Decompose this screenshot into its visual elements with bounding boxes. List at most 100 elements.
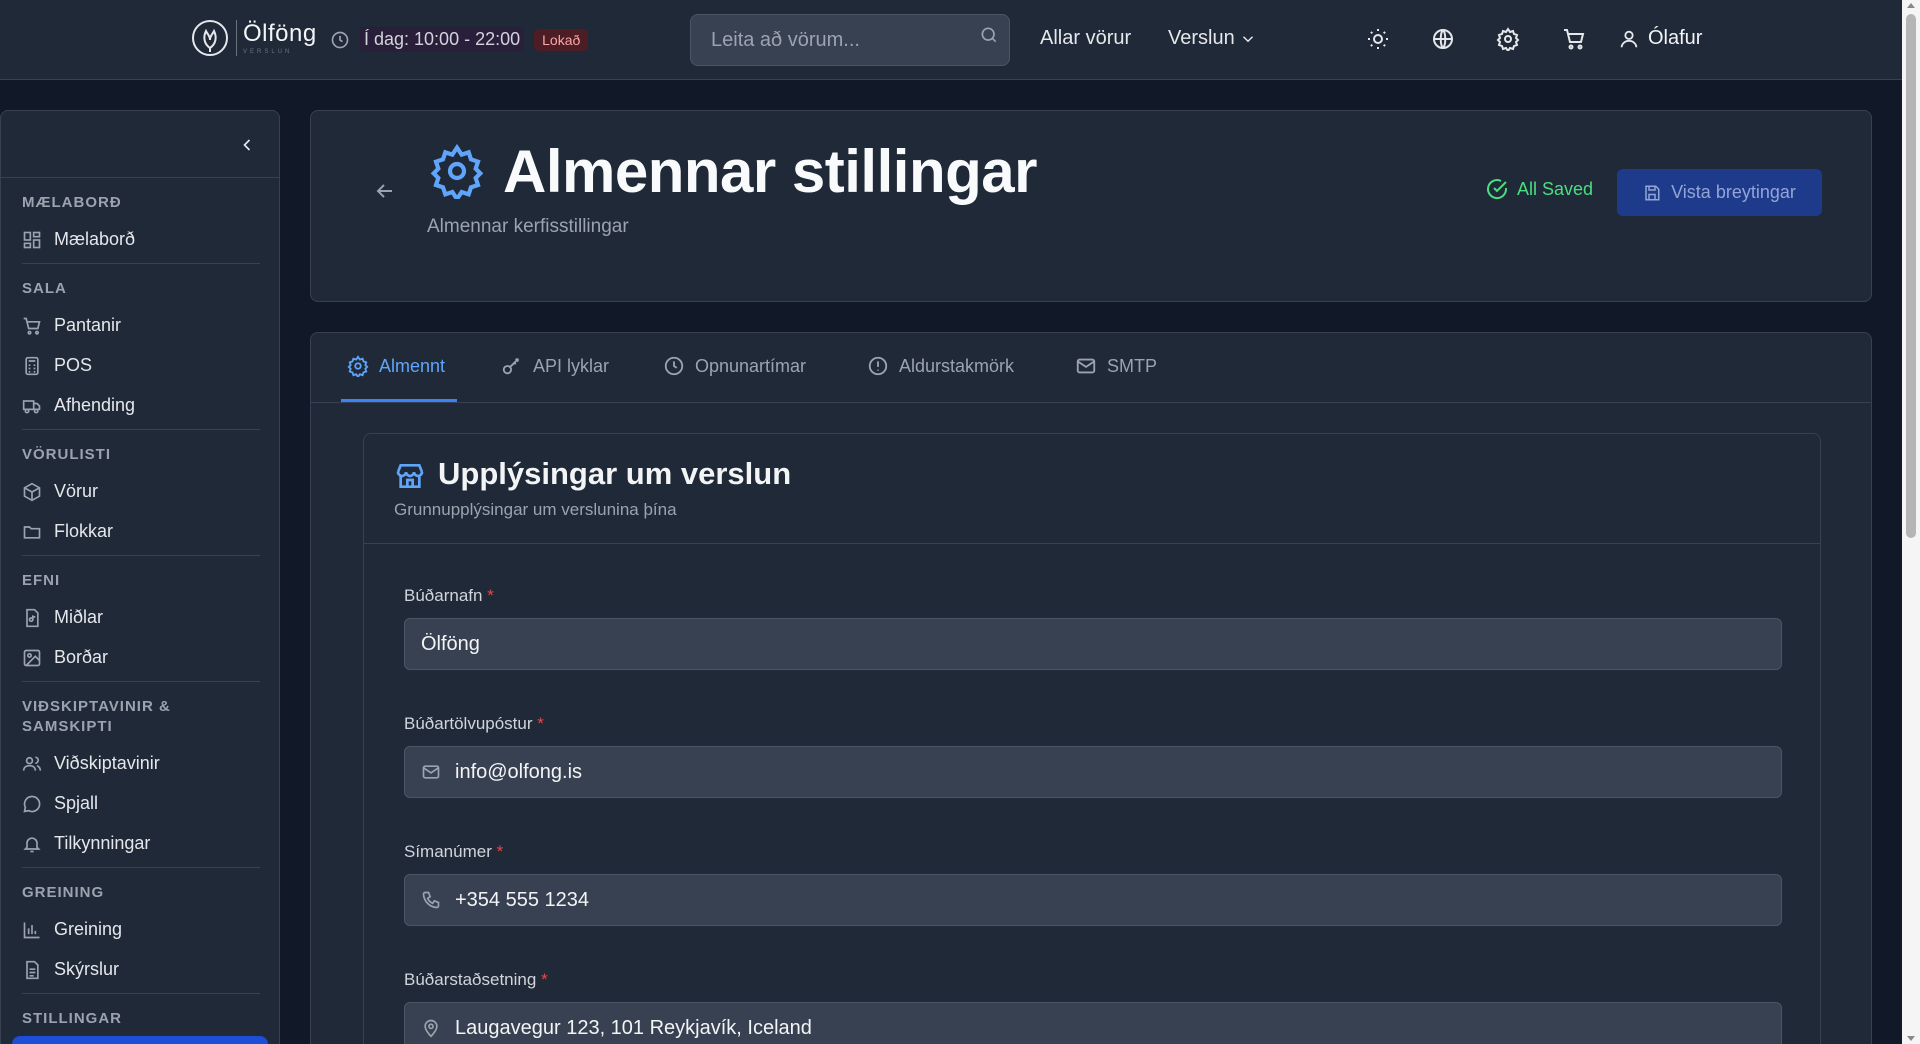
product-search [690, 14, 1010, 66]
sidebar-section-title: SALA [22, 280, 67, 297]
chevron-left-icon[interactable] [237, 135, 257, 155]
sidebar-item-label: Viðskiptavinir [54, 753, 160, 773]
gear-icon[interactable] [1496, 27, 1520, 51]
cart-icon[interactable] [1562, 27, 1586, 51]
map-pin-icon [424, 1019, 438, 1038]
sidebar-item-label: Borðar [54, 647, 109, 667]
sidebar-item-categories[interactable]: Flokkar [22, 521, 113, 542]
sun-icon[interactable] [1366, 27, 1390, 51]
nav-store-dropdown[interactable]: Verslun [1168, 27, 1257, 50]
chevron-down-icon [1239, 30, 1257, 48]
sidebar-section-title: EFNI [22, 572, 61, 589]
sidebar-item-label: Mælaborð [54, 229, 136, 249]
store-info-header: Upplýsingar um verslun Grunnupplýsingar … [364, 434, 1820, 544]
required-marker: * [541, 970, 548, 989]
sidebar-item-label: Pantanir [54, 315, 122, 335]
bar-chart-icon [23, 922, 40, 938]
scroll-down-arrow-icon[interactable] [1907, 1036, 1915, 1041]
store-name-field [404, 618, 1782, 670]
store-email-input[interactable] [455, 760, 1781, 784]
field-label-store-email: Búðartölvupóstur * [404, 714, 544, 734]
field-label-text: Símanúmer [404, 842, 492, 861]
clock-icon [330, 30, 360, 50]
sidebar-item-banners[interactable]: Borðar [22, 647, 108, 668]
section-title: Upplýsingar um verslun [438, 456, 792, 491]
sidebar-section-title: MÆLABORÐ [22, 194, 122, 211]
report-icon [26, 960, 39, 979]
user-menu[interactable]: Ólafur [1618, 27, 1702, 50]
sidebar-divider [22, 681, 260, 682]
clock-icon [664, 356, 684, 376]
closed-badge: Lokað [534, 28, 589, 51]
admin-settings-page: Ölföng VERSLUN Í dag: 10:00 - 22:00 Loka… [0, 0, 1920, 1044]
tab-api-keys[interactable]: API lyklar [501, 355, 609, 377]
nav-store-label: Verslun [1168, 27, 1235, 49]
sidebar-item-dashboard[interactable]: Mælaborð [22, 229, 135, 250]
scrollbar-thumb[interactable] [1906, 14, 1916, 538]
page-scrollbar[interactable] [1902, 0, 1920, 1044]
tab-age-limits[interactable]: Aldurstakmörk [867, 355, 1014, 377]
sidebar-item-customers[interactable]: Viðskiptavinir [22, 753, 160, 774]
sidebar-item-label: Spjall [54, 793, 99, 813]
sidebar-item-label: Greining [54, 919, 123, 939]
logo[interactable]: Ölföng VERSLUN [190, 18, 317, 58]
gear-icon [429, 143, 485, 199]
sidebar-item-label: Flokkar [54, 521, 114, 541]
search-input[interactable] [691, 28, 961, 52]
sidebar-section-title: VIÐSKIPTAVINIR & SAMSKIPTI [22, 698, 171, 735]
logo-divider [236, 20, 237, 56]
store-name-input[interactable] [405, 632, 1781, 656]
truck-icon [22, 399, 41, 413]
nav-all-products[interactable]: Allar vörur [1040, 27, 1131, 50]
arrow-left-icon[interactable] [373, 179, 397, 203]
mail-icon [1076, 358, 1096, 374]
tab-label: SMTP [1107, 355, 1158, 376]
admin-sidebar: MÆLABORÐ Mælaborð SALA Pantanir POS Afhe… [0, 110, 280, 1044]
store-email-field [404, 746, 1782, 798]
tab-general[interactable]: Almennt [347, 355, 445, 377]
page-title: Almennar stillingar [503, 138, 1037, 205]
box-icon [23, 482, 41, 501]
save-status: All Saved [1485, 177, 1593, 201]
field-label-location: Búðarstaðsetning * [404, 970, 548, 990]
calculator-icon [25, 356, 39, 375]
hop-leaf-icon [190, 18, 230, 58]
tab-label: Aldurstakmörk [899, 355, 1015, 376]
section-subtitle: Grunnupplýsingar um verslunina þína [394, 500, 677, 519]
save-button-label: Vista breytingar [1671, 182, 1796, 202]
media-file-icon [26, 608, 39, 627]
sidebar-item-active-highlight[interactable] [12, 1036, 268, 1044]
check-circle-icon [1485, 177, 1509, 201]
sidebar-divider [22, 993, 260, 994]
location-input[interactable] [455, 1016, 1781, 1040]
save-changes-button[interactable]: Vista breytingar [1617, 169, 1822, 216]
sidebar-divider [22, 429, 260, 430]
phone-icon [422, 891, 440, 909]
user-icon [1618, 28, 1640, 50]
tab-opening-hours[interactable]: Opnunartímar [663, 355, 806, 377]
scroll-up-arrow-icon[interactable] [1907, 3, 1915, 8]
required-marker: * [496, 842, 504, 861]
sidebar-section-title: VÖRULISTI [22, 446, 112, 463]
sidebar-item-chat[interactable]: Spjall [22, 793, 98, 814]
tab-label: API lyklar [533, 355, 610, 376]
sidebar-item-orders[interactable]: Pantanir [22, 315, 121, 336]
page-subtitle: Almennar kerfisstillingar [427, 216, 629, 237]
tab-smtp[interactable]: SMTP [1075, 355, 1157, 377]
sidebar-item-pos[interactable]: POS [22, 355, 92, 376]
sidebar-item-reports[interactable]: Skýrslur [22, 959, 119, 980]
top-navbar: Ölföng VERSLUN Í dag: 10:00 - 22:00 Loka… [0, 0, 1902, 80]
sidebar-item-delivery[interactable]: Afhending [22, 395, 135, 416]
globe-icon[interactable] [1431, 27, 1455, 51]
settings-panel: Almennt API lyklar Opnunartímar Aldursta… [310, 332, 1872, 1044]
sidebar-item-media[interactable]: Miðlar [22, 607, 103, 628]
phone-input[interactable] [455, 888, 1781, 912]
sidebar-item-notifications[interactable]: Tilkynningar [22, 833, 150, 854]
tab-label: Opnunartímar [695, 355, 807, 376]
sidebar-item-label: POS [54, 355, 93, 375]
logo-tagline: VERSLUN [243, 48, 293, 55]
sidebar-item-products[interactable]: Vörur [22, 481, 98, 502]
sidebar-item-analytics[interactable]: Greining [22, 919, 122, 940]
field-label-phone: Símanúmer * [404, 842, 503, 862]
sidebar-item-label: Miðlar [54, 607, 104, 627]
